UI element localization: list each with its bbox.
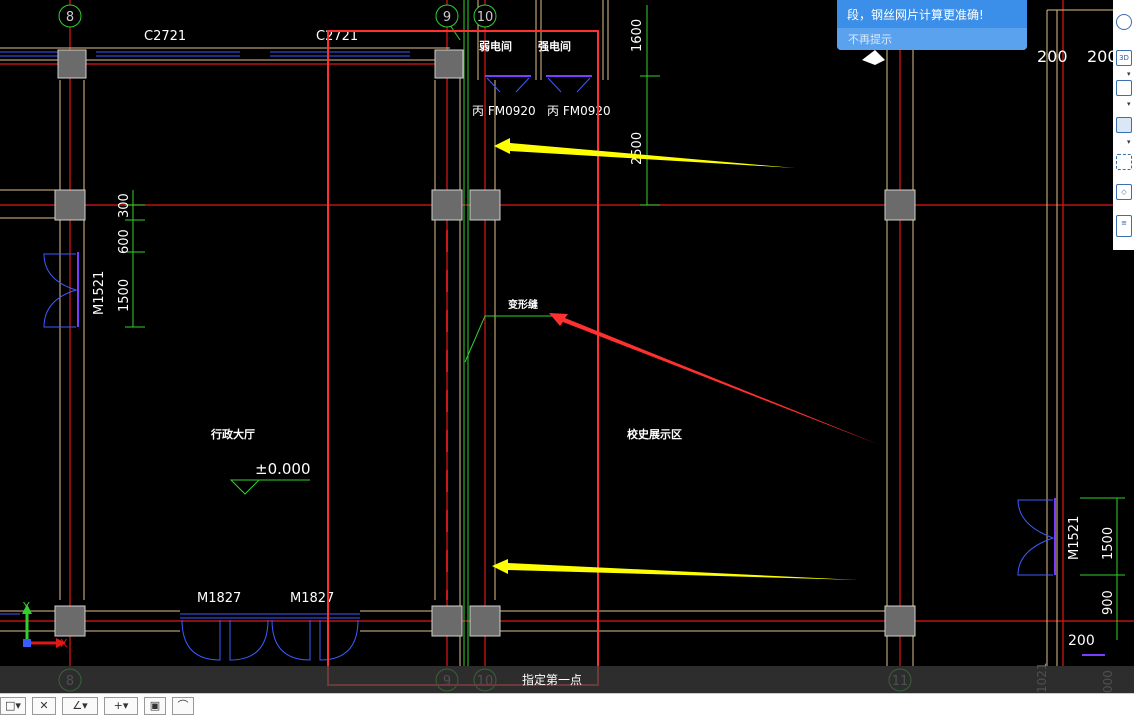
dim-900: 900 [1101,590,1116,615]
dim-1500-right: 1500 [1101,527,1116,560]
dont-show-again-label: 不再提示 [848,33,892,46]
notification-popup: 段，钢丝网片计算更准确! 不再提示 [837,0,1027,50]
ucs-x-label: X [60,637,68,650]
exhibit-label: 校史展示区 [627,427,682,441]
cursor-marker [862,50,885,65]
dim-1600: 1600 [630,19,645,52]
bottom-toolbar: □▾ ✕ ∠▾ +▾ ▣ ⌒ [0,693,1134,718]
layer-box-icon[interactable] [1116,117,1132,133]
dim-200-a: 200 [1037,47,1068,66]
joint-label: 变形缝 [508,298,538,311]
dropdown-arrow-icon[interactable]: ▾ [1127,70,1131,78]
view-3d-label: 3D [1119,54,1129,62]
dim-300: 300 [117,193,132,218]
curve-tool-icon[interactable]: ⌒ [172,697,194,715]
properties-list-icon[interactable]: ≡ [1116,215,1132,237]
room-strong-label: 强电间 [538,39,571,53]
offset-tool-button[interactable]: +▾ [104,697,138,715]
command-status-bar: 指定第一点 [0,666,1134,693]
dim-2500: 2500 [630,132,645,165]
windows [0,51,410,619]
door-swings [43,77,1055,661]
cad-drawing-canvas[interactable]: 8 9 10 8 9 10 11 C2721 C2721 弱电间 强电间 丙 F… [0,0,1134,693]
command-prompt: 指定第一点 [522,673,583,687]
door-m1521-right-label: M1521 [1067,516,1082,560]
rect-select-button[interactable]: □▾ [0,697,26,715]
cross-select-button[interactable]: ✕ [32,697,56,715]
dont-show-again-button[interactable]: 不再提示 [837,28,1027,50]
selection-box-icon[interactable] [1116,154,1132,170]
floor-plan-svg[interactable]: 8 9 10 8 9 10 11 C2721 C2721 弱电间 强电间 丙 F… [0,0,1134,693]
orbit-icon[interactable] [1116,14,1132,30]
dim-200-c: 200 [1068,633,1095,649]
room-weak-label: 弱电间 [479,39,512,53]
door-m1521-left-label: M1521 [92,271,107,315]
elevation-label: ±0.000 [255,460,311,478]
angle-tool-button[interactable]: ∠▾ [62,697,98,715]
dropdown-arrow-icon[interactable]: ▾ [1127,100,1131,108]
axis-label-9-top: 9 [443,10,451,25]
notification-message: 段，钢丝网片计算更准确! [847,8,984,22]
fire-door-label-2: 丙 FM0920 [547,104,611,118]
axis-label-8-top: 8 [66,10,74,25]
selection-highlight-box [327,30,599,686]
right-toolbar: 3D ▾ ▾ ▾ ◇ ≡ [1113,0,1134,250]
dim-600: 600 [117,229,132,254]
box-view-icon[interactable] [1116,80,1132,96]
view-3d-button[interactable]: 3D [1116,50,1132,66]
axis-label-10-top: 10 [477,10,494,25]
dim-1500-left: 1500 [117,279,132,312]
door-m1827-label-1: M1827 [197,591,241,606]
window-label-1: C2721 [144,29,186,44]
ucs-y-label: Y [22,600,30,613]
cube-icon[interactable]: ◇ [1116,184,1132,200]
dropdown-arrow-icon[interactable]: ▾ [1127,138,1131,146]
screen-capture-icon[interactable]: ▣ [144,697,166,715]
dimension-lines [125,0,1125,666]
annotation-arrows-yellow [492,138,858,580]
fire-door-label-1: 丙 FM0920 [472,104,536,118]
hall-label: 行政大厅 [210,427,255,441]
